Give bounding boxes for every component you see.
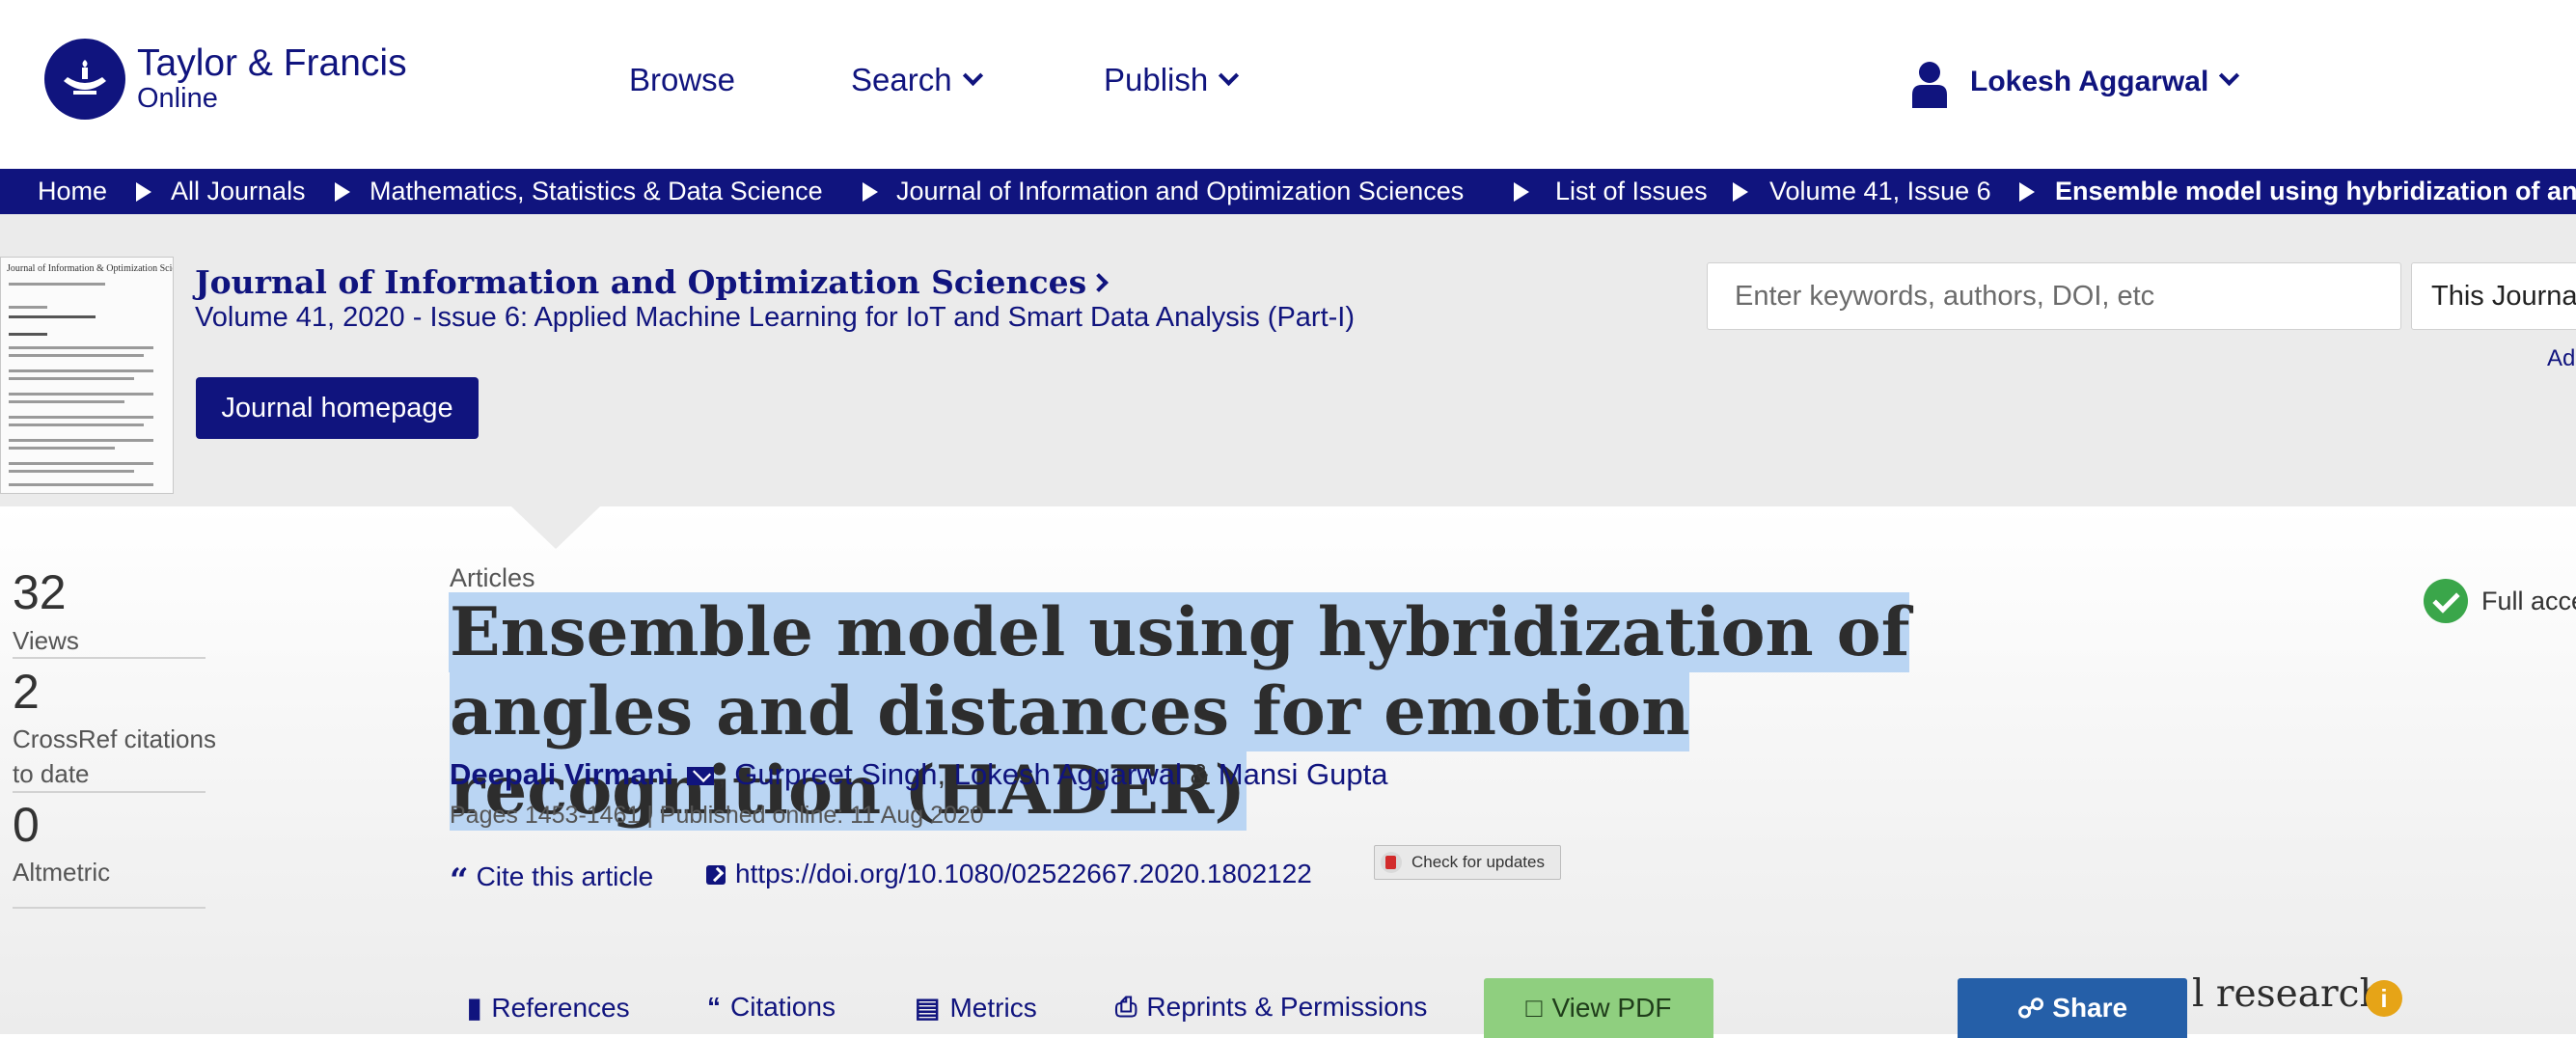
breadcrumb-current: Ensemble model using hybridization of an…	[2055, 177, 2576, 205]
check-for-updates-button[interactable]: Check for updates	[1374, 845, 1561, 880]
book-icon: ▮	[467, 993, 482, 1023]
breadcrumb-arrow-icon	[1733, 182, 1748, 202]
envelope-icon[interactable]	[687, 767, 715, 785]
tab-citations[interactable]: “Citations	[707, 992, 836, 1023]
article-title: Ensemble model using hybridization of an…	[450, 593, 1910, 830]
external-link-icon	[706, 865, 726, 885]
chevron-right-icon	[1089, 273, 1110, 292]
search-scope-select[interactable]: This Journal	[2411, 262, 2576, 330]
metric-divider	[13, 791, 206, 793]
breadcrumb: Home All Journals Mathematics, Statistic…	[0, 169, 2576, 214]
breadcrumb-subject[interactable]: Mathematics, Statistics & Data Science	[370, 177, 823, 206]
metric-divider	[13, 907, 206, 909]
crossref-count: 2	[13, 665, 40, 719]
user-icon[interactable]	[1910, 60, 1949, 108]
share-icon: ☍	[2016, 993, 2045, 1024]
banner-pointer	[511, 506, 600, 549]
user-menu[interactable]: Lokesh Aggarwal	[1970, 65, 2240, 98]
crossmark-icon	[1381, 852, 1402, 873]
altmetric-label: Altmetric	[13, 858, 111, 887]
nav-browse[interactable]: Browse	[629, 62, 735, 98]
journal-homepage-button[interactable]: Journal homepage	[196, 377, 479, 439]
journal-banner	[0, 214, 2576, 506]
views-label: Views	[13, 626, 79, 655]
breadcrumb-arrow-icon	[335, 182, 350, 202]
side-heading-fragment: l research	[2192, 972, 2384, 1016]
journal-title-link[interactable]: Journal of Information and Optimization …	[195, 263, 1110, 301]
author-list: Deepali Virmani, Gurpreet Singh, Lokesh …	[450, 757, 1388, 792]
breadcrumb-arrow-icon	[136, 182, 151, 202]
tab-metrics[interactable]: ▤ Metrics	[915, 992, 1037, 1024]
breadcrumb-all-journals[interactable]: All Journals	[171, 177, 306, 206]
chevron-down-icon	[962, 65, 983, 87]
bar-chart-icon: ▤	[915, 993, 941, 1023]
chevron-down-icon	[2219, 65, 2240, 87]
issue-info: Volume 41, 2020 - Issue 6: Applied Machi…	[195, 302, 1355, 334]
doi-link[interactable]: https://doi.org/10.1080/02522667.2020.18…	[706, 859, 1312, 889]
author-link[interactable]: Deepali Virmani	[450, 757, 673, 791]
info-icon[interactable]: i	[2366, 980, 2402, 1017]
taylor-francis-logo-icon[interactable]	[44, 39, 125, 120]
author-separator: ,	[718, 757, 735, 791]
nav-search[interactable]: Search	[851, 62, 983, 98]
author-link[interactable]: Lokesh Aggarwal	[954, 757, 1182, 791]
views-count: 32	[13, 565, 67, 619]
tab-reprints-permissions[interactable]: ⎙ Reprints & Permissions	[1115, 992, 1427, 1024]
printer-icon: ⎙	[1115, 992, 1137, 1022]
crossref-label: CrossRef citations to date	[13, 724, 216, 788]
article-type: Articles	[450, 563, 535, 592]
cite-article-link[interactable]: “Cite this article	[450, 859, 653, 897]
volume-text: Volume 41, 2020 -	[195, 302, 430, 333]
access-status: Full acce	[2481, 587, 2576, 615]
breadcrumb-arrow-icon	[1514, 182, 1529, 202]
search-input[interactable]	[1707, 262, 2401, 330]
quote-icon: “	[450, 861, 469, 900]
breadcrumb-journal[interactable]: Journal of Information and Optimization …	[896, 177, 1464, 206]
tab-references[interactable]: ▮ References	[467, 992, 630, 1024]
cover-title: Journal of Information & Optimization Sc…	[7, 263, 173, 274]
author-link[interactable]: Gurpreet Singh	[734, 757, 937, 791]
author-link[interactable]: Mansi Gupta	[1219, 757, 1388, 791]
logo-subtext[interactable]: Online	[137, 83, 218, 115]
metric-divider	[13, 657, 206, 659]
breadcrumb-arrow-icon	[863, 182, 878, 202]
pdf-file-icon: □	[1525, 993, 1543, 1023]
issue-link[interactable]: Issue 6: Applied Machine Learning for Io…	[429, 302, 1355, 333]
breadcrumb-issue[interactable]: Volume 41, Issue 6	[1769, 177, 1991, 206]
breadcrumb-list-of-issues[interactable]: List of Issues	[1555, 177, 1708, 206]
breadcrumb-arrow-icon	[2019, 182, 2035, 202]
nav-publish[interactable]: Publish	[1104, 62, 1240, 98]
publication-info: Pages 1453-1461 | Published online: 11 A…	[450, 802, 984, 829]
breadcrumb-home[interactable]: Home	[38, 177, 107, 206]
author-separator: &	[1181, 757, 1219, 791]
chevron-down-icon	[1219, 65, 1240, 87]
altmetric-count: 0	[13, 798, 40, 852]
journal-cover-image[interactable]: Journal of Information & Optimization Sc…	[0, 257, 174, 494]
share-button[interactable]: ☍ Share	[1958, 978, 2187, 1038]
checkmark-icon	[2424, 579, 2468, 623]
advanced-search-link[interactable]: Ad	[2547, 345, 2575, 372]
view-pdf-button[interactable]: □ View PDF	[1484, 978, 1713, 1038]
logo-text[interactable]: Taylor & Francis	[137, 42, 407, 85]
author-separator: ,	[937, 757, 954, 791]
quote-icon: “	[707, 992, 721, 1022]
